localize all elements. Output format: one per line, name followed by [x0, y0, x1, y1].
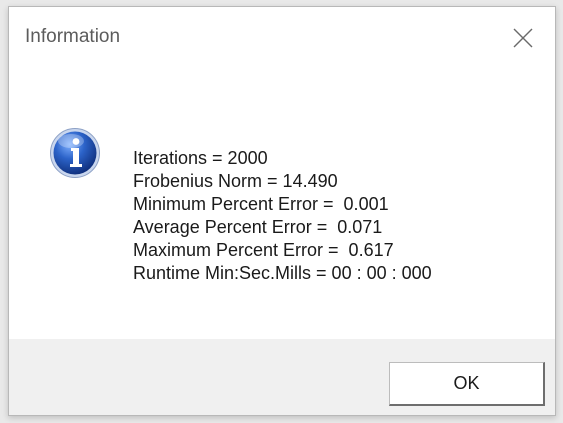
- button-bar: OK: [9, 339, 555, 415]
- message-line-minimum-error: Minimum Percent Error = 0.001: [133, 194, 389, 214]
- title-bar[interactable]: Information: [9, 7, 555, 69]
- info-icon: [50, 128, 100, 178]
- message-text: Iterations = 2000 Frobenius Norm = 14.49…: [133, 147, 432, 285]
- message-line-iterations: Iterations = 2000: [133, 148, 268, 168]
- information-dialog: Information Iterations = 2000 Frobenius …: [8, 6, 556, 416]
- ok-button[interactable]: OK: [389, 362, 545, 406]
- message-line-runtime: Runtime Min:Sec.Mills = 00 : 00 : 000: [133, 263, 432, 283]
- message-line-frobenius-norm: Frobenius Norm = 14.490: [133, 171, 338, 191]
- close-button[interactable]: [493, 7, 555, 69]
- close-icon: [513, 28, 533, 48]
- message-line-average-error: Average Percent Error = 0.071: [133, 217, 383, 237]
- message-line-maximum-error: Maximum Percent Error = 0.617: [133, 240, 394, 260]
- message-area: Iterations = 2000 Frobenius Norm = 14.49…: [9, 69, 555, 339]
- window-title: Information: [25, 26, 121, 47]
